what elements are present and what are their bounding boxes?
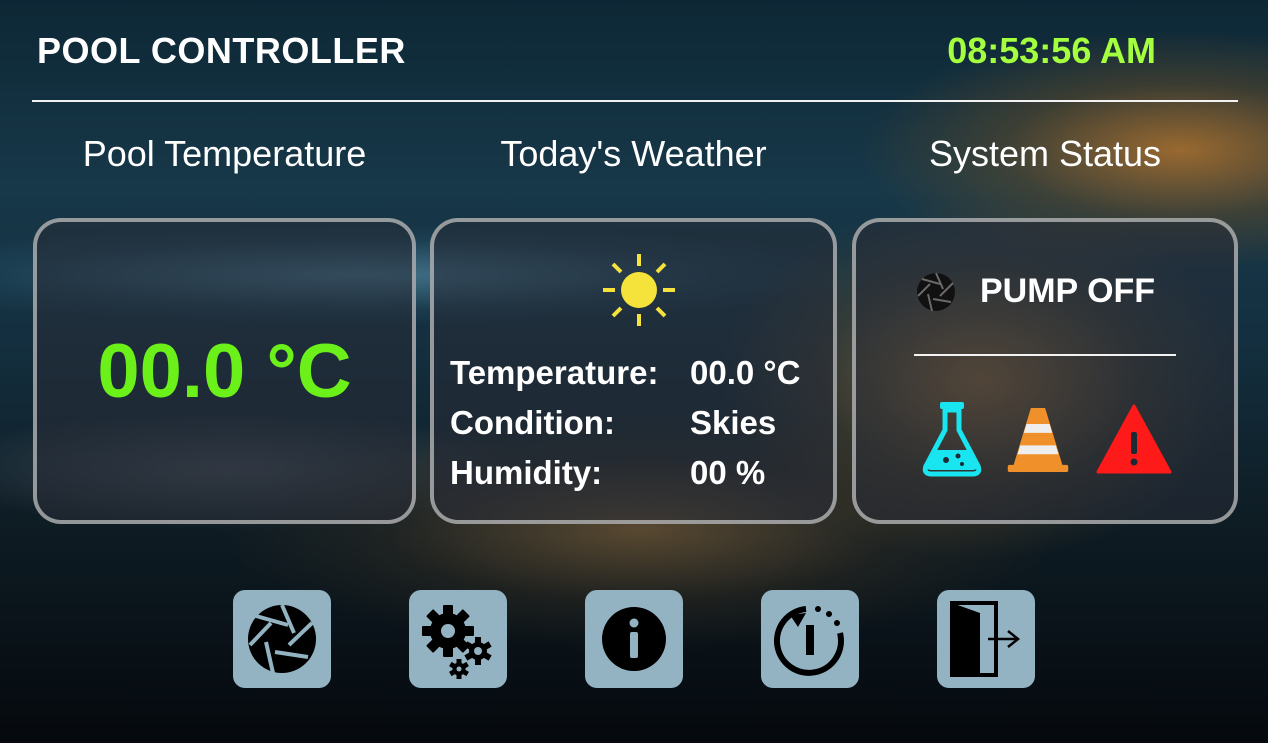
weather-temperature-value: 00.0 °C <box>690 354 801 391</box>
system-status-card: PUMP OFF <box>852 218 1238 524</box>
weather-card: Temperature: 00.0 °C Condition: Skies Hu… <box>430 218 837 524</box>
system-status-heading: System Status <box>928 133 1162 174</box>
weather-heading: Today's Weather <box>500 133 767 174</box>
pool-temperature-value: 00.0 °C <box>97 329 352 414</box>
warning-triangle-icon <box>1096 404 1172 474</box>
app-title: POOL CONTROLLER <box>37 30 406 71</box>
status-divider <box>914 354 1176 356</box>
info-icon <box>602 607 666 671</box>
sun-icon <box>603 254 675 326</box>
exit-door-icon <box>950 601 1021 677</box>
pump-status-label: PUMP OFF <box>980 272 1156 310</box>
timer-button[interactable] <box>761 590 859 688</box>
weather-condition-value: Skies <box>690 404 777 441</box>
clock-display: 08:53:56 AM <box>947 30 1156 71</box>
aperture-icon <box>248 604 316 674</box>
traffic-cone-icon <box>1007 408 1069 472</box>
settings-button[interactable] <box>409 590 507 688</box>
pool-temperature-card: 00.0 °C <box>33 218 416 524</box>
pool-temperature-heading: Pool Temperature <box>82 133 367 174</box>
pump-control-button[interactable] <box>233 590 331 688</box>
exit-button[interactable] <box>937 590 1035 688</box>
weather-humidity-label: Humidity: <box>450 454 603 491</box>
info-button[interactable] <box>585 590 683 688</box>
weather-temperature-label: Temperature: <box>450 354 659 391</box>
header-divider <box>32 100 1238 102</box>
weather-humidity-value: 00 % <box>690 454 766 491</box>
flask-icon <box>922 402 982 477</box>
weather-condition-label: Condition: <box>450 404 615 441</box>
aperture-icon <box>917 272 955 312</box>
gears-icon <box>422 605 492 679</box>
timer-restart-icon <box>774 606 844 676</box>
